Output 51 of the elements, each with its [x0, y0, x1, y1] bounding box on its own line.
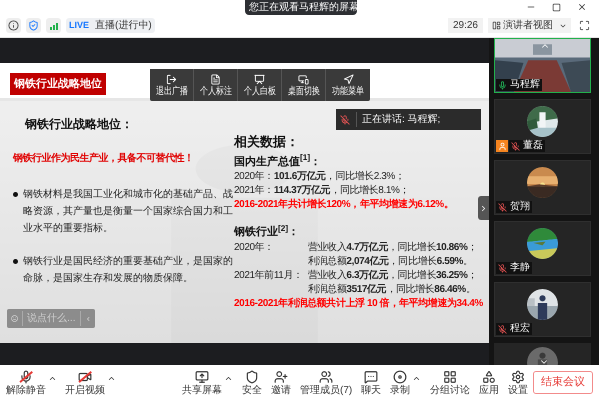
data-text: 营业收入4.7万亿元，同比增长10.86%； — [308, 240, 478, 254]
meeting-timer: 29:26 — [448, 18, 483, 33]
participant-name: 程宏 — [510, 324, 530, 334]
participant-tile[interactable]: 马程辉 — [494, 38, 591, 93]
data-text: 2020年：101.6万亿元，同比增长2.3%； — [234, 170, 404, 184]
toolbar-button[interactable]: 设置 — [508, 370, 528, 396]
toolbar-button[interactable]: 共享屏幕 — [182, 370, 222, 396]
section-title: 钢铁行业$^{[2]}$： — [234, 224, 300, 240]
data-heading: 相关数据： — [234, 133, 300, 151]
data-text: 利润总额3517亿元，同比增长86.46%。 — [308, 282, 476, 296]
speaker-text: 正在讲话: 马程辉; — [356, 112, 440, 127]
slide-title: 钢铁行业战略地位 — [10, 72, 106, 95]
toolbar-button[interactable]: 分组讨论 — [430, 370, 470, 396]
toolbar-button[interactable]: 解除静音 — [6, 370, 46, 396]
toolbar-button[interactable]: 开启视频 — [65, 370, 105, 396]
highlight-text: 2016-2021年共计增长120%，年平均增速为6.12%。 — [234, 198, 454, 212]
participant-name: 李静 — [510, 263, 530, 273]
participant-tile[interactable]: 程宏 — [494, 282, 591, 337]
live-status-badge[interactable]: LIVE 直播(进行中) — [66, 18, 155, 33]
data-text: 利润总额2,074亿元，同比增长6.59%。 — [308, 254, 473, 268]
toolbar-button[interactable]: 邀请 — [271, 370, 291, 396]
data-text: 营业收入6.3万亿元，同比增长36.25%； — [308, 268, 478, 282]
toolbar-button[interactable]: 聊天 — [361, 370, 382, 396]
toolbar-button[interactable]: 应用 — [479, 370, 500, 396]
toolbar-button[interactable]: 管理成员(7) — [300, 370, 352, 396]
row-label: 2020年： — [234, 242, 274, 252]
slide-tool-button[interactable]: 个人标注 — [194, 69, 238, 101]
data-text: 2021年：114.37万亿元，同比增长8.1%； — [234, 184, 410, 198]
participant-tile[interactable]: 董磊 — [494, 99, 591, 154]
slide-tool-button[interactable]: 个人白板 — [238, 69, 282, 101]
toolbar-button[interactable]: 安全 — [242, 370, 262, 396]
toolbar-button[interactable]: 录制 — [390, 370, 410, 396]
end-meeting-button[interactable]: 结束会议 — [533, 371, 593, 394]
bullet-text: 钢铁材料是我国工业化和城市化的基础产品、战略资源，其产量也是衡量一个国家综合国力和工业水平的重要指标。 — [23, 188, 234, 236]
section-title: 国内生产总值$^{[1]}$： — [234, 154, 322, 170]
participant-name: 贺翔 — [510, 202, 530, 212]
slogan: 钢铁行业作为民生产业，具备不可替代性！ — [13, 152, 194, 166]
live-label: LIVE — [69, 18, 90, 32]
slide-tool-button[interactable]: 桌面切换 — [282, 69, 326, 101]
participant-name: 马程辉 — [510, 80, 540, 90]
live-status: 直播(进行中) — [95, 18, 152, 33]
highlight-text: 2016-2021年利润总额共计上浮 10 倍，年平均增速为34.4% — [234, 296, 483, 310]
bullet-text: 钢铁行业是国民经济的重要基础产业，是国家的命脉，是国家生存和发展的物质保障。 — [23, 254, 234, 286]
row-label: 2021年前11月： — [234, 270, 303, 280]
participant-tile[interactable]: 李静 — [494, 221, 591, 276]
slide-heading: 钢铁行业战略地位： — [25, 116, 134, 133]
slide-tool-button[interactable]: 功能菜单 — [326, 69, 370, 101]
participant-name: 董磊 — [523, 141, 543, 151]
slide-tool-button[interactable]: 退出广播 — [150, 69, 194, 101]
participant-tile[interactable]: 贺翔 — [494, 160, 591, 215]
view-mode-dropdown[interactable]: 演讲者视图 — [488, 18, 571, 33]
